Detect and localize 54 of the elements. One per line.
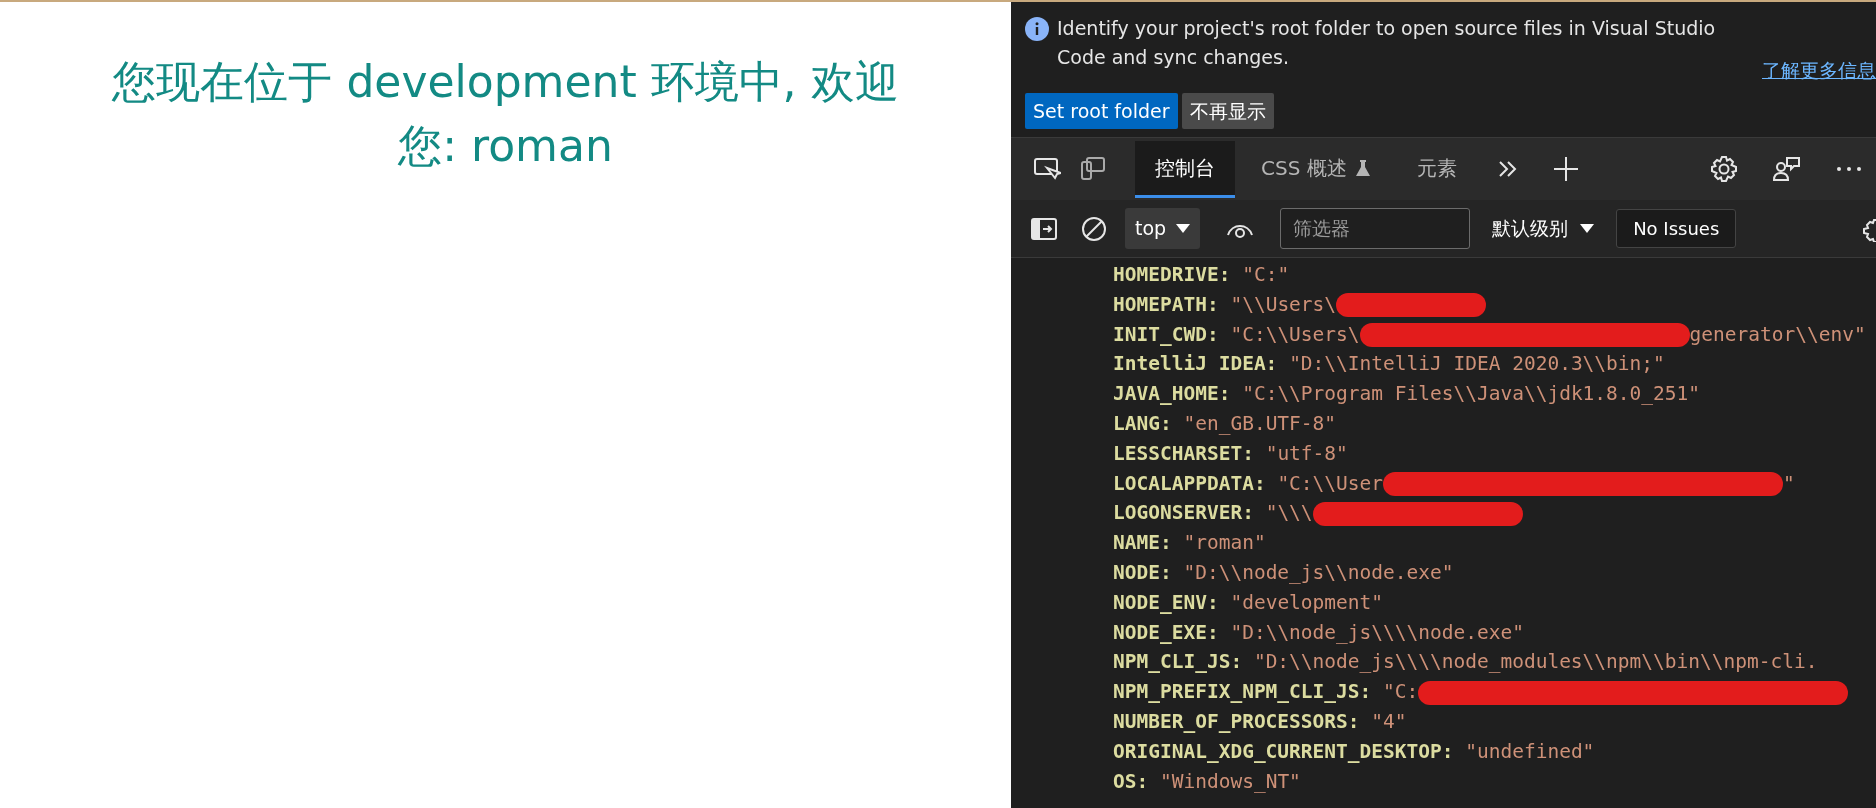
page-heading: 您现在位于 development 环境中, 欢迎您: roman xyxy=(111,55,900,173)
caret-icon xyxy=(1580,223,1595,234)
issues-button[interactable]: No Issues xyxy=(1616,209,1737,248)
property-value: "Windows_NT" xyxy=(1160,769,1301,793)
caret-icon xyxy=(1176,223,1191,234)
property-value: "C: xyxy=(1383,680,1419,704)
property-value: "en_GB.UTF-8" xyxy=(1183,412,1337,435)
tab[interactable]: 控制台 xyxy=(1135,140,1235,198)
property-key: LOGONSERVER: xyxy=(1113,501,1254,525)
property-value: "roman" xyxy=(1183,531,1266,555)
property-key: LOCALAPPDATA: xyxy=(1113,471,1266,495)
property-key: NUMBER_OF_PROCESSORS: xyxy=(1113,709,1360,733)
dismiss-button[interactable]: 不再显示 xyxy=(1181,92,1274,129)
property-key: NODE: xyxy=(1113,560,1172,584)
property-key: LANG: xyxy=(1113,412,1172,435)
property-key: NPM_PREFIX_NPM_CLI_JS: xyxy=(1113,680,1372,704)
property-key: INIT_CWD: xyxy=(1113,322,1219,346)
property-value: "D:\\IntelliJ IDEA 2020.3\\bin;" xyxy=(1289,352,1665,376)
property-key: NAME: xyxy=(1113,531,1172,555)
tab[interactable]: 元素 xyxy=(1396,140,1477,198)
property-key: ORIGINAL_XDG_CURRENT_DESKTOP: xyxy=(1113,739,1454,763)
property-value: "\\Users\ xyxy=(1230,292,1337,316)
property-key: HOMEDRIVE: xyxy=(1113,263,1231,286)
property-key: NPM_CLI_JS: xyxy=(1113,650,1243,674)
log-level-dropdown[interactable]: 默认级别 xyxy=(1482,208,1605,249)
property-key: LESSCHARSET: xyxy=(1113,441,1254,465)
property-key: JAVA_HOME: xyxy=(1113,382,1231,406)
context-dropdown[interactable]: top xyxy=(1125,208,1201,249)
property-key: HOMEPATH: xyxy=(1113,292,1219,316)
property-value: "D:\\node_js\\\\node.exe" xyxy=(1230,620,1524,644)
info-icon xyxy=(1025,17,1049,41)
property-value: "D:\\node_js\\node.exe" xyxy=(1183,560,1454,584)
property-value: "C:\\Program Files\\Java\\jdk1.8.0_251" xyxy=(1242,382,1701,406)
property-value: " xyxy=(1783,471,1795,495)
property-value: "D:\\node_js\\\\node_modules\\npm\\bin\\npm-cli. xyxy=(1253,650,1818,674)
property-key: OS: xyxy=(1113,769,1149,793)
tab[interactable]: CSS 概述 xyxy=(1241,140,1391,198)
property-value: "utf-8" xyxy=(1265,441,1348,465)
property-value: "development" xyxy=(1230,590,1384,614)
learn-more-link[interactable]: 了解更多信息 xyxy=(1762,56,1876,85)
property-key: NODE_EXE: xyxy=(1113,620,1219,644)
property-value: "C:\\User xyxy=(1277,471,1384,495)
property-value: "4" xyxy=(1371,709,1407,733)
set-root-folder-button[interactable]: Set root folder xyxy=(1025,92,1178,129)
flask-icon xyxy=(1354,158,1371,177)
property-value: "undefined" xyxy=(1465,739,1595,763)
property-value: "C:\\Users\ xyxy=(1230,322,1360,346)
info-message: Identify your project's root folder to open source files in Visual Studio Code and sync changes. xyxy=(1057,16,1717,70)
property-value: generator\\env" xyxy=(1689,322,1866,346)
property-key: IntelliJ IDEA: xyxy=(1113,352,1278,376)
filter-field[interactable]: 筛选器 xyxy=(1280,208,1471,249)
property-value: "\\\ xyxy=(1265,501,1313,525)
property-value: "C:" xyxy=(1242,263,1290,286)
property-key: NODE_ENV: xyxy=(1113,590,1219,614)
